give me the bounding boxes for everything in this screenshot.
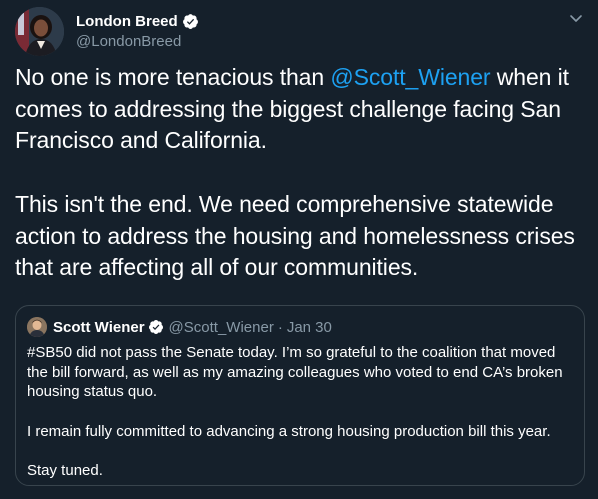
tweet-paragraph-2: This isn't the end. We need comprehensiv… bbox=[15, 190, 575, 281]
chevron-down-icon[interactable] bbox=[568, 10, 584, 26]
tweet-text: No one is more tenacious than @Scott_Wie… bbox=[15, 62, 585, 284]
quoted-author-name[interactable]: Scott Wiener bbox=[53, 319, 145, 336]
verified-badge-icon bbox=[182, 13, 199, 30]
verified-badge-icon bbox=[148, 319, 164, 335]
author-display-name[interactable]: London Breed bbox=[76, 13, 178, 30]
tweet-paragraph-1: No one is more tenacious than @Scott_Wie… bbox=[15, 62, 585, 157]
author-handle[interactable]: @LondonBreed bbox=[76, 33, 199, 50]
author-avatar[interactable] bbox=[15, 7, 64, 56]
dot-separator: · bbox=[277, 318, 283, 336]
author-info: London Breed @LondonBreed bbox=[76, 10, 199, 50]
tweet-text-before-mention: No one is more tenacious than bbox=[15, 64, 331, 90]
quoted-author-handle[interactable]: @Scott_Wiener bbox=[169, 319, 274, 336]
quoted-tweet-header: Scott Wiener @Scott_Wiener · Jan 30 bbox=[27, 317, 332, 337]
quoted-paragraph-2: I remain fully committed to advancing a … bbox=[27, 422, 551, 440]
quoted-tweet-date[interactable]: Jan 30 bbox=[287, 319, 332, 336]
mention-link[interactable]: @Scott_Wiener bbox=[330, 64, 490, 90]
quoted-author-avatar[interactable] bbox=[27, 317, 47, 337]
quoted-tweet-text: #SB50 did not pass the Senate today. I’m… bbox=[27, 343, 577, 481]
author-name-row: London Breed bbox=[76, 10, 199, 32]
quoted-paragraph-1: #SB50 did not pass the Senate today. I’m… bbox=[27, 344, 563, 401]
quoted-paragraph-3: Stay tuned. bbox=[27, 462, 103, 480]
quoted-tweet[interactable]: Scott Wiener @Scott_Wiener · Jan 30 #SB5… bbox=[15, 305, 585, 486]
tweet-card: London Breed @LondonBreed No one is more… bbox=[0, 0, 598, 499]
